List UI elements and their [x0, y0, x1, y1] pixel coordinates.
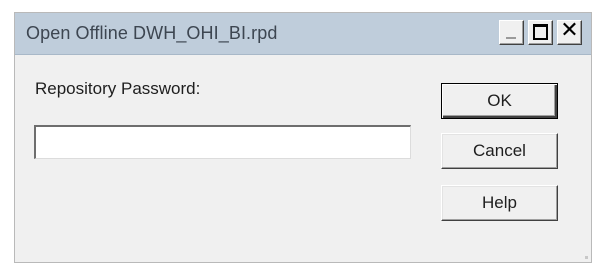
- minimize-icon: [506, 37, 516, 39]
- close-icon: ✕: [560, 18, 579, 43]
- resize-grip[interactable]: [585, 256, 588, 259]
- title-bar[interactable]: Open Offline DWH_OHI_BI.rpd ✕: [15, 13, 591, 55]
- open-offline-dialog: Open Offline DWH_OHI_BI.rpd ✕ Repository…: [14, 12, 592, 263]
- repository-password-field[interactable]: [34, 125, 411, 159]
- maximize-button[interactable]: [528, 20, 553, 45]
- ok-button[interactable]: OK: [441, 83, 558, 119]
- page: Open Offline DWH_OHI_BI.rpd ✕ Repository…: [0, 0, 596, 273]
- close-button[interactable]: ✕: [557, 18, 582, 45]
- minimize-button[interactable]: [499, 20, 524, 45]
- maximize-icon: [533, 24, 548, 40]
- window-title: Open Offline DWH_OHI_BI.rpd: [26, 23, 278, 43]
- repository-password-label: Repository Password:: [35, 79, 201, 98]
- window-controls: ✕: [499, 18, 582, 45]
- cancel-button[interactable]: Cancel: [441, 133, 558, 169]
- help-button[interactable]: Help: [441, 185, 558, 221]
